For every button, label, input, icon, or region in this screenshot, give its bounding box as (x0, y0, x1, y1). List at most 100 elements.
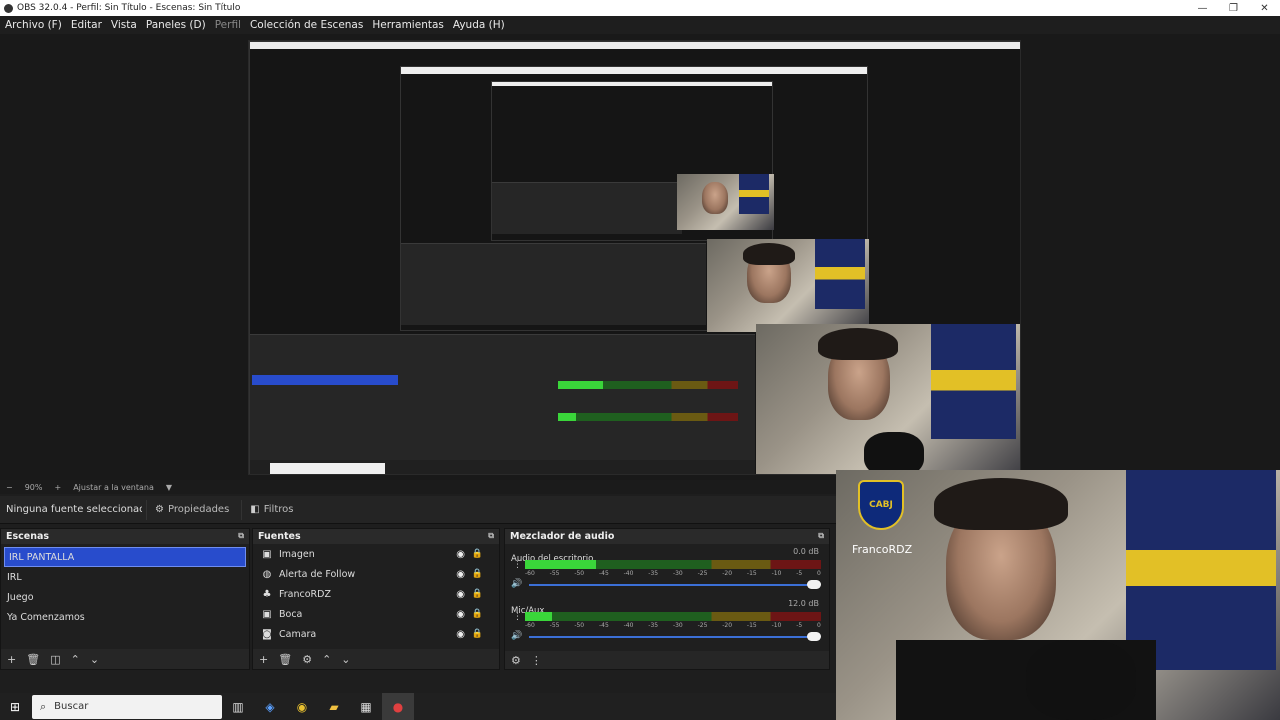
eye-icon[interactable]: ◉ (456, 569, 465, 580)
source-item-camara[interactable]: ◙ Camara ◉ 🔒 (253, 624, 499, 644)
recursive-webcam-1 (756, 324, 1020, 474)
fit-window-label[interactable]: Ajustar a la ventana (73, 483, 154, 492)
meter-tick-label: -20 (722, 622, 733, 629)
zoom-dropdown-icon[interactable]: ▼ (166, 483, 172, 492)
volume-slider[interactable] (529, 636, 815, 638)
hair (743, 243, 795, 265)
recursive-capture-level-3 (491, 81, 774, 241)
volume-slider[interactable] (529, 584, 815, 586)
zoom-out-button[interactable]: − (6, 483, 13, 492)
menu-paneles[interactable]: Paneles (D) (146, 19, 206, 31)
menu-bar: Archivo (F) Editar Vista Paneles (D) Per… (0, 16, 1280, 34)
restore-button[interactable]: ❐ (1218, 0, 1249, 16)
source-item-boca[interactable]: ▣ Boca ◉ 🔒 (253, 604, 499, 624)
sources-dock: Fuentes ⧉ ▣ Imagen ◉ 🔒 ◍ Alerta de Follo… (252, 528, 500, 670)
face (702, 182, 728, 214)
jersey (931, 324, 1016, 439)
close-button[interactable]: ✕ (1249, 0, 1280, 16)
taskbar-search[interactable]: ⌕ Buscar (32, 694, 222, 719)
menu-editar[interactable]: Editar (71, 19, 102, 31)
volume-slider-handle[interactable] (807, 632, 821, 641)
kebab-menu-icon[interactable]: ⋮ (513, 612, 522, 622)
scene-item-irl-pantalla[interactable]: IRL PANTALLA (4, 547, 246, 567)
camera-icon: ◙ (262, 628, 272, 640)
chevron-down-icon[interactable]: ⌄ (341, 653, 350, 666)
obs-taskbar-icon[interactable]: ● (382, 693, 414, 720)
menu-coleccion-escenas[interactable]: Colección de Escenas (250, 19, 363, 31)
lock-icon[interactable]: 🔒 (472, 629, 483, 639)
browser-icon: ◍ (262, 568, 272, 580)
menu-perfil[interactable]: Perfil (215, 19, 241, 31)
lock-icon[interactable]: 🔒 (472, 589, 483, 599)
menu-archivo[interactable]: Archivo (F) (5, 19, 62, 31)
speaker-icon[interactable]: 🔊 (511, 579, 522, 589)
gear-icon[interactable]: ⚙ (302, 653, 312, 666)
chrome-icon[interactable]: ◉ (286, 693, 318, 720)
undock-icon[interactable]: ⧉ (488, 531, 494, 541)
undock-icon[interactable]: ⧉ (238, 531, 244, 541)
no-source-label: Ninguna fuente seleccionada (6, 504, 142, 515)
chevron-up-icon[interactable]: ⌃ (322, 653, 331, 666)
add-icon[interactable]: + (259, 653, 268, 666)
audio-track-db: 0.0 dB (793, 547, 819, 556)
task-view-icon[interactable]: ▥ (222, 693, 254, 720)
meter-tick-label: -35 (648, 622, 659, 629)
hair (934, 478, 1068, 530)
menu-vista[interactable]: Vista (111, 19, 137, 31)
windows-start-icon[interactable]: ⊞ (0, 693, 30, 720)
meter-scale: -60 -55 -50 -45 -40 -35 -30 -25 -20 -15 -10 -5 0 (525, 622, 821, 630)
eye-icon[interactable]: ◉ (456, 549, 465, 560)
filters-button[interactable]: ◧ Filtros (241, 499, 301, 520)
advanced-audio-icon[interactable]: ⚙ (511, 654, 521, 667)
microphone (1026, 640, 1136, 720)
lock-icon[interactable]: 🔒 (472, 609, 483, 619)
meter-tick-label: -60 (525, 570, 535, 577)
volume-slider-handle[interactable] (807, 580, 821, 589)
meter-level (525, 560, 597, 569)
chevron-down-icon[interactable]: ⌄ (90, 653, 99, 666)
store-icon[interactable]: ▦ (350, 693, 382, 720)
lock-icon[interactable]: 🔒 (472, 569, 483, 579)
eye-icon[interactable]: ◉ (456, 609, 465, 620)
scene-item-irl[interactable]: IRL (1, 567, 249, 587)
eye-icon[interactable]: ◉ (456, 589, 465, 600)
text-icon: ♣ (262, 588, 272, 600)
eye-icon[interactable]: ◉ (456, 629, 465, 640)
menu-herramientas[interactable]: Herramientas (372, 19, 444, 31)
source-item-francordz[interactable]: ♣ FrancoRDZ ◉ 🔒 (253, 584, 499, 604)
zoom-in-button[interactable]: + (54, 483, 61, 492)
sources-toolbar: + 🗑 ⚙ ⌃ ⌄ (253, 649, 499, 669)
properties-button[interactable]: ⚙ Propiedades (146, 499, 237, 520)
recursive-meter (558, 413, 738, 421)
kebab-menu-icon[interactable]: ⋮ (531, 654, 542, 667)
scene-item-ya-comenzamos[interactable]: Ya Comenzamos (1, 607, 249, 627)
meter-tick-label: -5 (796, 622, 803, 629)
meter-level (525, 612, 552, 621)
file-explorer-icon[interactable]: ▰ (318, 693, 350, 720)
undock-icon[interactable]: ⧉ (818, 531, 824, 541)
add-icon[interactable]: + (7, 653, 16, 666)
scenes-dock: Escenas ⧉ IRL PANTALLA IRL Juego Ya Come… (0, 528, 250, 670)
source-item-alerta-de-follow[interactable]: ◍ Alerta de Follow ◉ 🔒 (253, 564, 499, 584)
menu-ayuda[interactable]: Ayuda (H) (453, 19, 505, 31)
meter-tick-label: -50 (574, 570, 585, 577)
meter-tick-label: -50 (574, 622, 585, 629)
volume-meter (525, 612, 821, 621)
lock-icon[interactable]: 🔒 (472, 549, 483, 559)
audio-track-desktop: Audio del escritorio 0.0 dB ⋮ -60 -55 -50-… (505, 544, 829, 596)
window-controls: — ❐ ✕ (1187, 0, 1280, 16)
zoom-level: 90% (24, 482, 43, 492)
speaker-icon[interactable]: 🔊 (511, 631, 522, 641)
minimize-button[interactable]: — (1187, 0, 1218, 16)
trash-icon[interactable]: 🗑 (278, 653, 292, 666)
copilot-icon[interactable]: ◈ (254, 693, 286, 720)
source-item-imagen[interactable]: ▣ Imagen ◉ 🔒 (253, 544, 499, 564)
trash-icon[interactable]: 🗑 (26, 653, 40, 666)
preview-canvas[interactable] (248, 40, 1021, 475)
preview-area[interactable] (0, 34, 1280, 480)
scene-item-juego[interactable]: Juego (1, 587, 249, 607)
chevron-up-icon[interactable]: ⌃ (71, 653, 80, 666)
zoom-bar: − 90% + Ajustar a la ventana ▼ (0, 480, 836, 494)
kebab-menu-icon[interactable]: ⋮ (513, 560, 522, 570)
filter-icon[interactable]: ◫ (50, 653, 60, 666)
